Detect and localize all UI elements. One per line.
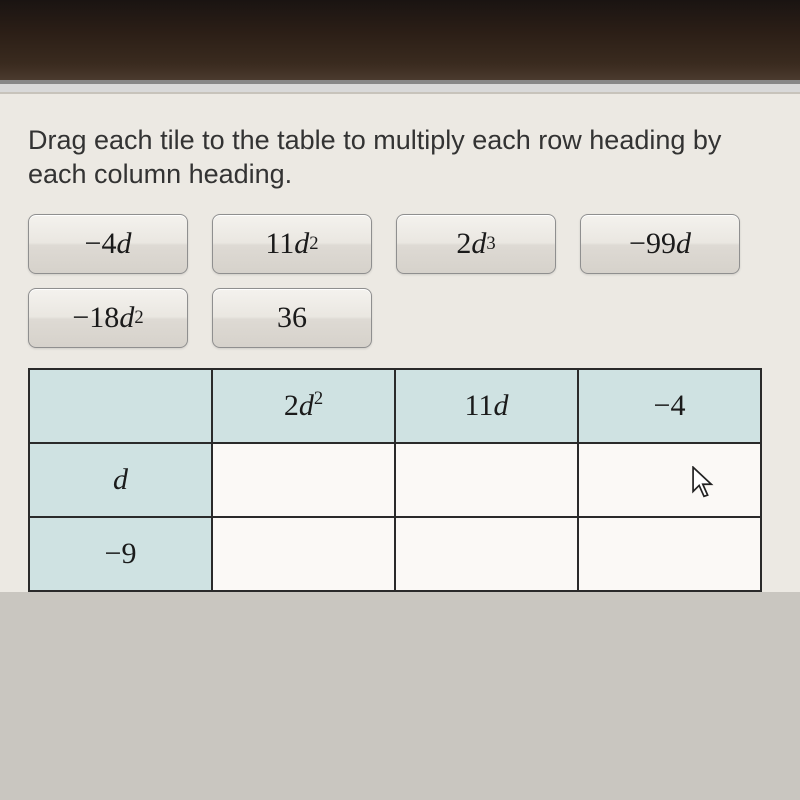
tile-coef: 2 xyxy=(456,227,471,261)
row-var: d xyxy=(113,463,128,496)
col-coef: 11 xyxy=(465,389,494,422)
cursor-icon xyxy=(691,466,717,500)
drop-cell-r0c0[interactable] xyxy=(212,443,395,517)
tile-neg4d[interactable]: −4d xyxy=(28,214,188,274)
tile-11d2[interactable]: 11d2 xyxy=(212,214,372,274)
tile-2d3[interactable]: 2d3 xyxy=(396,214,556,274)
instruction-text: Drag each tile to the table to multiply … xyxy=(28,124,772,192)
tile-var: d xyxy=(676,227,691,261)
col-header-11d: 11d xyxy=(395,369,578,443)
tile-coef: 11 xyxy=(265,227,294,261)
exercise-panel: Drag each tile to the table to multiply … xyxy=(0,92,800,592)
tile-36[interactable]: 36 xyxy=(212,288,372,348)
col-coef: 2 xyxy=(284,389,299,422)
tile-var: d xyxy=(119,301,134,335)
tile-neg99d[interactable]: −99d xyxy=(580,214,740,274)
drop-cell-r0c2[interactable] xyxy=(578,443,761,517)
col-var: d xyxy=(299,389,314,422)
screen-glare xyxy=(0,84,800,92)
row-header-d: d xyxy=(29,443,212,517)
drop-cell-r1c0[interactable] xyxy=(212,517,395,591)
corner-cell xyxy=(29,369,212,443)
drop-cell-r1c2[interactable] xyxy=(578,517,761,591)
col-coef: −4 xyxy=(654,389,686,422)
row-header-neg9: −9 xyxy=(29,517,212,591)
tile-var: d xyxy=(116,227,131,261)
tile-tray: −4d 11d2 2d3 −99d −18d2 36 xyxy=(28,214,772,348)
tile-neg18d2[interactable]: −18d2 xyxy=(28,288,188,348)
tile-var: d xyxy=(471,227,486,261)
tile-coef: −99 xyxy=(629,227,676,261)
col-header-neg4: −4 xyxy=(578,369,761,443)
row-coef: −9 xyxy=(105,537,137,570)
drop-cell-r0c1[interactable] xyxy=(395,443,578,517)
multiplication-table: 2d2 11d −4 d −9 xyxy=(28,368,762,592)
col-exp: 2 xyxy=(314,388,323,409)
drop-cell-r1c1[interactable] xyxy=(395,517,578,591)
photo-bezel-area xyxy=(0,0,800,84)
tile-coef: −4 xyxy=(85,227,117,261)
tile-var: d xyxy=(294,227,309,261)
col-header-2d2: 2d2 xyxy=(212,369,395,443)
col-var: d xyxy=(493,389,508,422)
tile-coef: −18 xyxy=(72,301,119,335)
tile-coef: 36 xyxy=(277,301,307,335)
